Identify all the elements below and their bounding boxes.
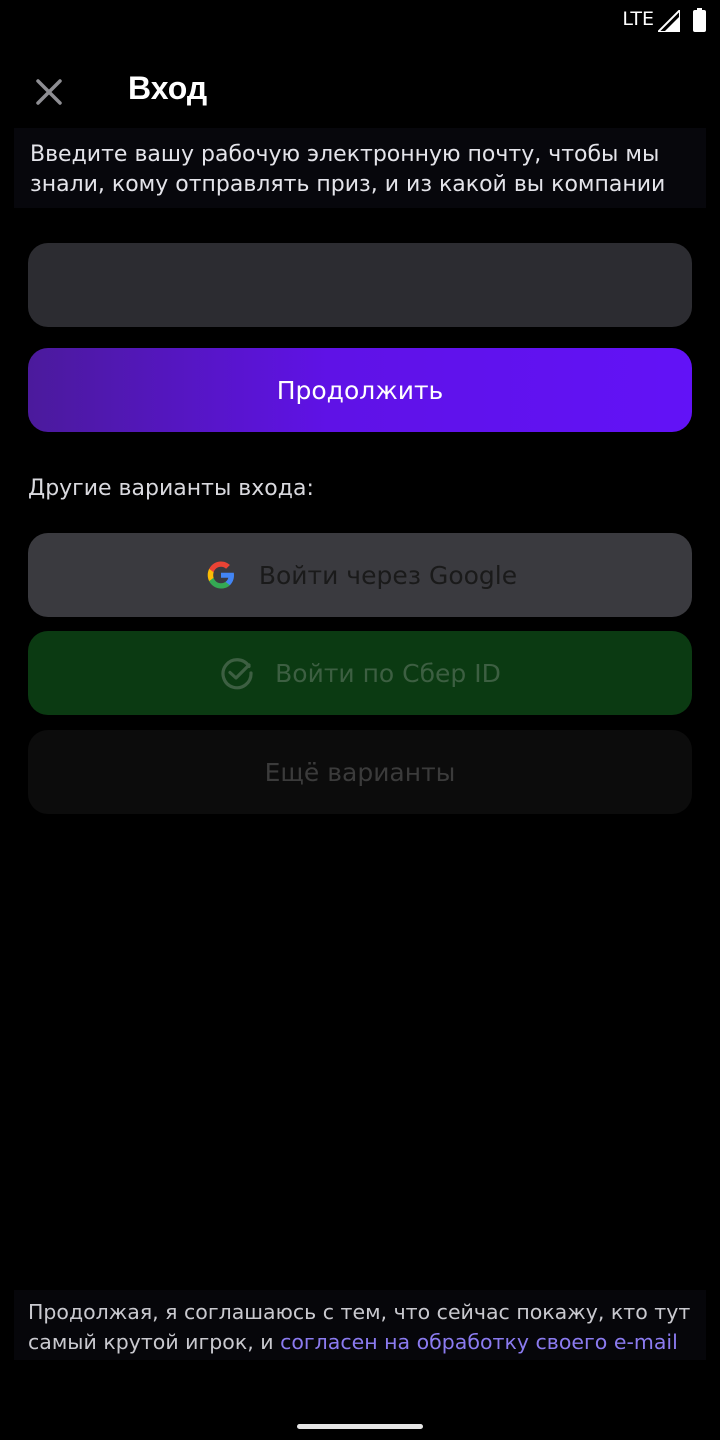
more-options-button[interactable]: Ещё варианты: [28, 730, 692, 814]
consent-text: Продолжая, я соглашаюсь с тем, что сейча…: [14, 1290, 706, 1360]
consent-line-2: самый крутой игрок, и согласен на обрабо…: [28, 1327, 692, 1357]
signal-icon: [658, 10, 680, 32]
email-field[interactable]: [28, 243, 692, 327]
google-login-label: Войти через Google: [258, 560, 518, 590]
consent-line-1: Продолжая, я соглашаюсь с тем, что сейча…: [28, 1300, 691, 1324]
network-type-label: LTE: [622, 8, 654, 30]
description-line-1: Введите вашу рабочую электронную почту, …: [30, 142, 660, 167]
battery-icon: [693, 8, 706, 32]
other-options-label: Другие варианты входа:: [28, 476, 314, 501]
description-line-2: знали, кому отправлять приз, и из какой …: [30, 172, 666, 197]
google-login-button[interactable]: Войти через Google: [28, 533, 692, 617]
close-button[interactable]: [29, 72, 69, 112]
sber-id-login-button[interactable]: Войти по Сбер ID: [28, 631, 692, 715]
close-icon: [36, 79, 62, 105]
page-title: Вход: [128, 70, 208, 106]
sber-id-login-label: Войти по Сбер ID: [275, 658, 501, 688]
sber-check-icon: [221, 658, 253, 690]
consent-email-link[interactable]: согласен на обработку своего e-mail: [280, 1330, 678, 1354]
more-options-label: Ещё варианты: [264, 757, 456, 787]
google-icon: [207, 561, 234, 589]
home-indicator[interactable]: [297, 1424, 423, 1429]
continue-button[interactable]: Продолжить: [28, 348, 692, 432]
description-text: Введите вашу рабочую электронную почту, …: [14, 128, 706, 208]
status-bar: LTE: [0, 0, 720, 40]
consent-line-2-prefix: самый крутой игрок, и: [28, 1330, 281, 1354]
